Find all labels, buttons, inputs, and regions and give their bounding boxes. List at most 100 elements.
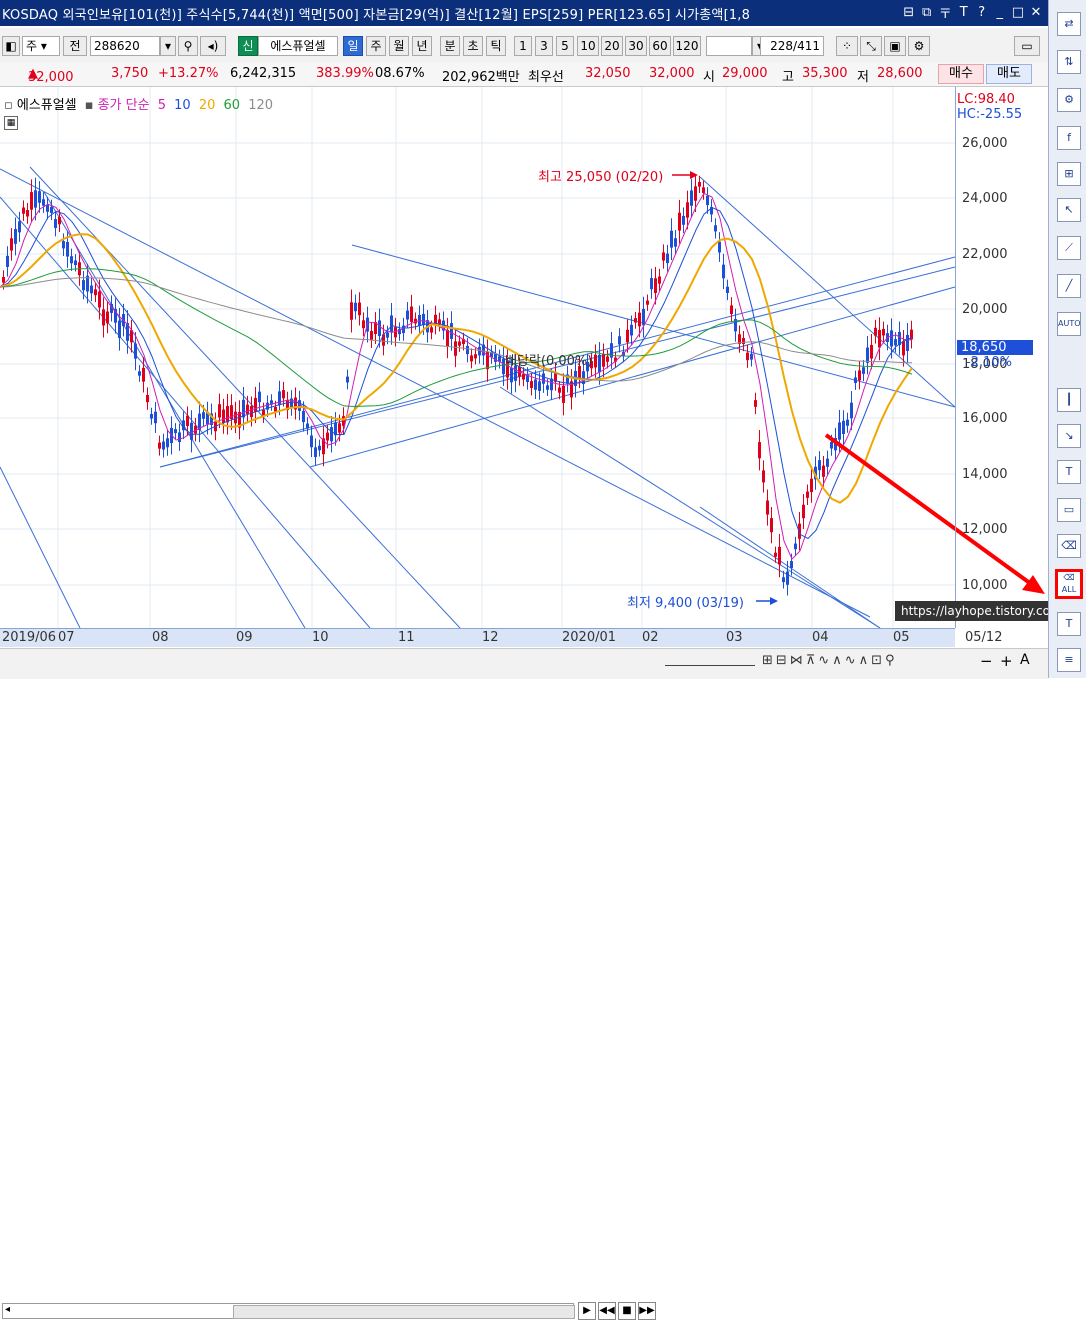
high-price: 35,300 [802, 66, 848, 81]
candle-body [746, 352, 749, 361]
date-axis-label: 05/12 [965, 630, 1003, 645]
refresh-icon[interactable]: ⇄ [1057, 12, 1081, 36]
candle-body [786, 571, 789, 585]
period-second-tab[interactable]: 초 [463, 36, 483, 56]
tile-icon[interactable]: ⧉ [921, 5, 933, 20]
cursor-icon[interactable]: ↖ [1057, 198, 1081, 222]
text-tool-icon[interactable]: T [1057, 612, 1081, 636]
save-icon[interactable]: ▣ [884, 36, 906, 56]
help-icon[interactable]: ? [976, 5, 988, 20]
period-tick-tab[interactable]: 틱 [486, 36, 506, 56]
auto-trend-icon[interactable]: AUTO [1057, 312, 1081, 336]
stock-code-input[interactable]: 288620 [90, 36, 160, 56]
bar-count-input[interactable]: 228/411 [760, 36, 824, 56]
sell-button[interactable]: 매도 [986, 64, 1032, 84]
candle-body [890, 330, 893, 347]
minute-option[interactable]: 1 [514, 36, 532, 56]
indicator-icon[interactable]: ⊞ [1057, 162, 1081, 186]
compare-icon[interactable]: ⇅ [1057, 50, 1081, 74]
candle-body [386, 332, 389, 338]
candle-body [778, 546, 781, 565]
box-icon[interactable]: ▭ [1057, 498, 1081, 522]
minute-option[interactable]: 60 [649, 36, 671, 56]
candle-body [858, 370, 861, 381]
minute-option[interactable]: 30 [625, 36, 647, 56]
maximize-icon[interactable]: □ [1012, 5, 1024, 20]
candle-body [390, 315, 393, 333]
fall-icon[interactable]: ↘ [1057, 424, 1081, 448]
candle-body [34, 190, 37, 208]
pin-icon[interactable]: 〒 [939, 3, 952, 22]
market-select[interactable]: 주 ▾ [22, 36, 60, 56]
window-titlebar: KOSDAQ 외국인보유[101(천)] 주식수[5,744(천)] 액면[50… [0, 0, 1048, 26]
candle-body [530, 381, 533, 388]
date-axis-label: 2019/06 [2, 630, 57, 645]
scroll-left-icon[interactable]: ◂ [5, 1304, 10, 1315]
candle-body [718, 241, 721, 253]
play-icon[interactable]: ▶ [578, 1302, 596, 1320]
minute-option[interactable]: 120 [673, 36, 701, 56]
candle-body [134, 343, 137, 359]
eraser-all-icon: ⌫ [1063, 573, 1075, 582]
period-year-tab[interactable]: 년 [412, 36, 432, 56]
low-annotation: 최저 9,400 (03/19) [627, 596, 745, 611]
menu-icon[interactable]: ◧ [2, 36, 20, 56]
speaker-icon[interactable]: ◂) [200, 36, 226, 56]
text-icon[interactable]: T [1057, 460, 1081, 484]
drawing-tools[interactable]: ⊞⊟⋈⊼∿∧∿∧⊡⚲ [762, 653, 898, 668]
font-icon[interactable]: A [1020, 652, 1030, 668]
minute-option[interactable]: 10 [577, 36, 599, 56]
search-icon[interactable]: ⚲ [178, 36, 198, 56]
period-week-tab[interactable]: 주 [366, 36, 386, 56]
period-day-tab[interactable]: 일 [343, 36, 363, 56]
candle-body [62, 241, 65, 249]
speed-slider[interactable] [665, 655, 755, 666]
candle-icon[interactable]: ┃ [1057, 388, 1081, 412]
minute-option[interactable]: 3 [535, 36, 553, 56]
candle-body [766, 500, 769, 515]
table-icon[interactable]: ▦ [4, 116, 18, 130]
trendline-icon[interactable]: ⟋ [1057, 236, 1081, 260]
gear-icon[interactable]: ⚙ [908, 36, 930, 56]
stock-name: 에스퓨얼셀 [258, 36, 338, 56]
panel-icon[interactable]: ▭ [1014, 36, 1040, 56]
rewind-icon[interactable]: ◀◀ [598, 1302, 616, 1320]
chevron-down-icon[interactable]: ▾ [160, 36, 176, 56]
layout-icon[interactable]: ⊟ [903, 5, 915, 20]
line-icon[interactable]: ╱ [1057, 274, 1081, 298]
zoom-out-icon[interactable]: − [980, 652, 993, 670]
scrollbar-thumb[interactable] [233, 1305, 575, 1319]
candle-body [630, 324, 633, 336]
candle-body [138, 371, 141, 376]
candle-body [282, 390, 285, 399]
zoom-in-icon[interactable]: + [1000, 652, 1013, 670]
quote-bar: 32,000 ▲ 3,750 +13.27% 6,242,315 383.99%… [0, 62, 1048, 87]
chart-type-icon[interactable]: ⤡ [860, 36, 882, 56]
eraser-all-button[interactable]: ⌫ ALL [1055, 569, 1083, 599]
formula-icon[interactable]: f [1057, 126, 1081, 150]
fast-forward-icon[interactable]: ▶▶ [638, 1302, 656, 1320]
custom-period-input[interactable] [706, 36, 752, 56]
buy-button[interactable]: 매수 [938, 64, 984, 84]
period-month-tab[interactable]: 월 [389, 36, 409, 56]
candle-body [698, 182, 701, 187]
price-value: 32,000 [28, 70, 74, 85]
stop-icon[interactable]: ■ [618, 1302, 636, 1320]
crosshair-icon[interactable]: ⁘ [836, 36, 858, 56]
text-size-icon[interactable]: T [958, 5, 970, 20]
list-icon[interactable]: ≡ [1057, 648, 1081, 672]
low-label: 저 [857, 70, 869, 85]
candle-body [66, 241, 69, 257]
eraser-icon[interactable]: ⌫ [1057, 534, 1081, 558]
minute-option[interactable]: 20 [601, 36, 623, 56]
minute-option[interactable]: 5 [556, 36, 574, 56]
close-icon[interactable]: ✕ [1030, 5, 1042, 20]
candle-body [346, 376, 349, 383]
candle-body [30, 192, 33, 210]
chart-scrollbar[interactable]: ◂ [2, 1303, 575, 1319]
candle-body [794, 543, 797, 550]
period-minute-tab[interactable]: 분 [440, 36, 460, 56]
minimize-icon[interactable]: _ [994, 5, 1006, 20]
prefix-button[interactable]: 전 [63, 36, 87, 56]
settings-icon[interactable]: ⚙ [1057, 88, 1081, 112]
